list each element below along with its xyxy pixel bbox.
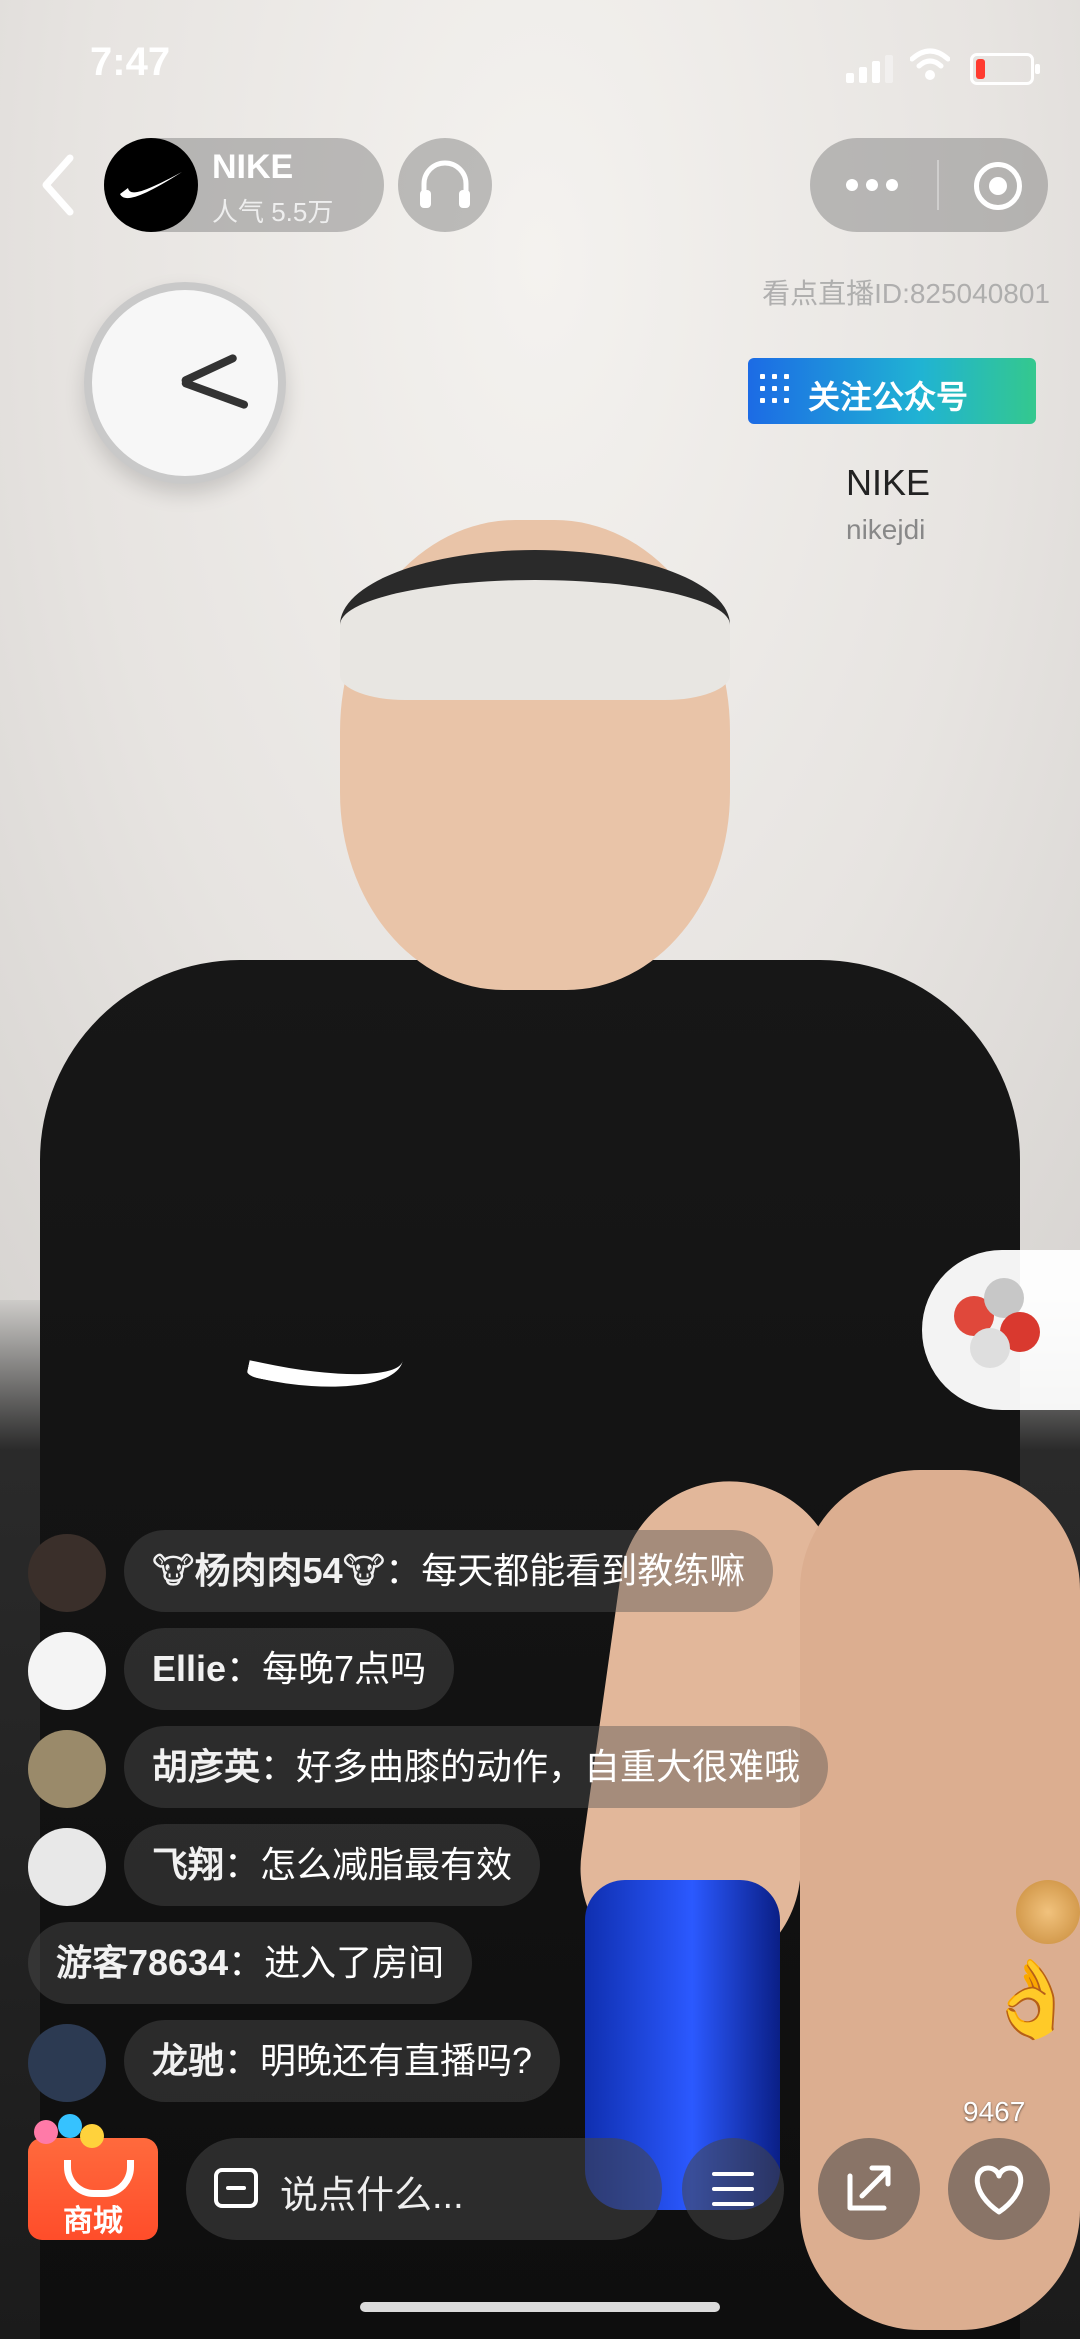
battery-icon <box>970 53 1040 85</box>
chat-avatar <box>28 1632 106 1710</box>
shop-label: 商城 <box>63 2205 123 2238</box>
chat-username: 飞翔 <box>152 1844 225 1885</box>
more-dots-icon[interactable] <box>846 178 906 196</box>
chat-text: ：怎么减脂最有效 <box>224 1844 513 1885</box>
chat-username: 🐮杨肉肉54🐮 <box>152 1550 386 1591</box>
chat-bubble: 胡彦英：好多曲膝的动作，自重大很难哦 <box>124 1726 829 1808</box>
chat-bubble: 龙驰：明晚还有直播吗? <box>124 2020 561 2102</box>
chat-avatar <box>28 1534 106 1612</box>
chat-text: ：进入了房间 <box>228 1942 445 1983</box>
chat-bubble: 飞翔：怎么减脂最有效 <box>124 1824 541 1906</box>
wifi-icon <box>910 48 950 80</box>
floating-reaction-icon <box>1016 1880 1080 1944</box>
activity-side-badge[interactable] <box>922 1250 1080 1410</box>
live-id: 看点直播ID:825040801 <box>762 278 1050 309</box>
wall-clock-image <box>84 282 286 484</box>
close-target-icon[interactable] <box>974 162 1022 210</box>
comment-placeholder: 说点什么... <box>280 2175 464 2217</box>
account-id: nikejdi <box>846 514 926 545</box>
capsule-divider <box>937 160 939 210</box>
chat-text: ：每晚7点吗 <box>226 1648 427 1689</box>
menu-button[interactable] <box>682 2138 784 2240</box>
shop-button[interactable]: 商城 <box>28 2114 158 2240</box>
chat-username: 胡彦英 <box>152 1746 261 1787</box>
floating-hand-icon: 👌 <box>984 1957 1079 2042</box>
popularity-count: 人气 5.5万 <box>212 197 334 227</box>
chat-text: ：明晚还有直播吗? <box>224 2040 533 2081</box>
chat-username: 龙驰 <box>152 2040 225 2081</box>
heart-icon <box>974 2165 1024 2215</box>
account-name: NIKE <box>846 462 931 503</box>
signal-icon <box>846 55 898 83</box>
shop-bag-icon <box>64 2160 134 2197</box>
status-bar: 7:47 <box>0 0 1080 130</box>
chat-bubble: 🐮杨肉肉54🐮：每天都能看到教练嘛 <box>124 1530 774 1612</box>
cap <box>340 550 730 700</box>
status-time: 7:47 <box>90 40 171 84</box>
streamer-info[interactable]: NIKE 人气 5.5万 <box>104 138 384 232</box>
follow-official-account-button[interactable]: 关注公众号 <box>748 358 1036 424</box>
audio-mode-button[interactable] <box>398 138 492 232</box>
swoosh-logo-icon <box>120 172 182 199</box>
like-button[interactable] <box>948 2138 1050 2240</box>
chat-text: ：好多曲膝的动作，自重大很难哦 <box>260 1746 801 1787</box>
like-count: 9467 <box>963 2096 1026 2127</box>
chat-bubble: 游客78634：进入了房间 <box>28 1922 473 2004</box>
headphones-icon <box>420 160 470 208</box>
home-indicator <box>360 2302 720 2312</box>
chat-avatar <box>28 2024 106 2102</box>
chat-username: 游客78634 <box>56 1942 229 1983</box>
chat-avatar <box>28 1730 106 1808</box>
back-icon[interactable] <box>34 150 84 220</box>
chat-username: Ellie <box>152 1648 227 1689</box>
streamer-avatar[interactable] <box>104 138 198 232</box>
chat-bubble: Ellie：每晚7点吗 <box>124 1628 455 1710</box>
chat-avatar <box>28 1828 106 1906</box>
comment-input[interactable]: 说点什么... <box>186 2138 662 2240</box>
share-button[interactable] <box>818 2138 920 2240</box>
mini-program-capsule <box>810 138 1048 232</box>
chat-bubble-icon <box>214 2168 258 2208</box>
grid-dots-icon <box>760 374 794 408</box>
share-icon <box>847 2165 891 2211</box>
chat-text: ：每天都能看到教练嘛 <box>385 1550 746 1591</box>
follow-label: 关注公众号 <box>808 379 969 415</box>
streamer-name: NIKE <box>212 148 294 186</box>
